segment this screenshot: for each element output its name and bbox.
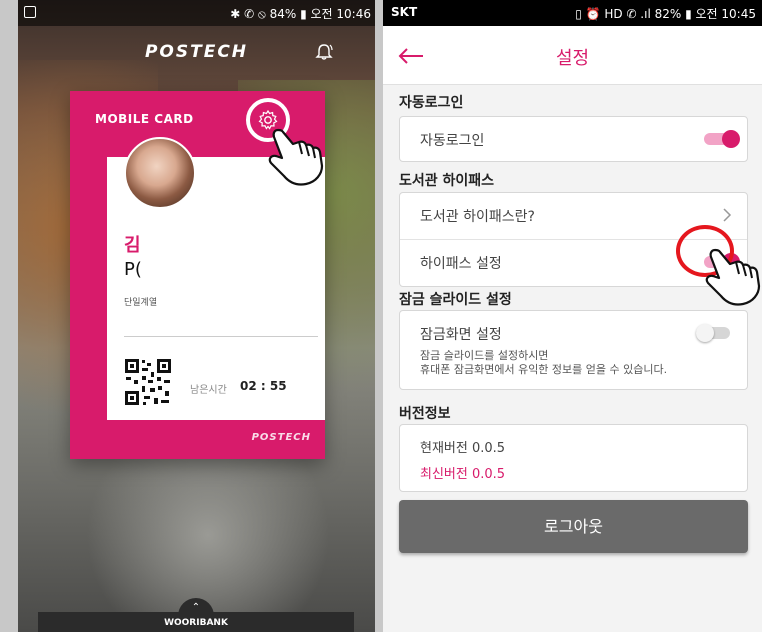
right-phone-screen: SKT ▯ ⏰ HD ✆ .ıl 82% ▮ 오전 10:45 설정 자동로그인… <box>383 0 762 632</box>
lock-slide-group: 잠금화면 설정 잠금 슬라이드를 설정하시면 휴대폰 잠금화면에서 유익한 정보… <box>399 310 748 390</box>
bell-icon[interactable] <box>314 42 334 62</box>
latest-version: 최신버전 0.0.5 <box>420 467 506 482</box>
library-info-label[interactable]: 도서관 하이패스란? <box>420 206 535 226</box>
toggle-thumb <box>696 324 714 342</box>
status-bar: SKT ▯ ⏰ HD ✆ .ıl 82% ▮ 오전 10:45 <box>383 0 762 26</box>
card-department: 단일계열 <box>124 298 158 308</box>
pointing-hand-icon <box>268 128 324 186</box>
page-title: 설정 <box>555 48 590 69</box>
remaining-time: 02 : 55 <box>240 379 287 393</box>
avatar <box>124 137 196 209</box>
current-version: 현재버전 0.0.5 <box>420 441 506 456</box>
version-group: 현재버전 0.0.5 최신버전 0.0.5 <box>399 424 748 492</box>
lock-slide-description-1: 잠금 슬라이드를 설정하시면 <box>420 349 549 362</box>
section-label-version: 버전정보 <box>399 406 451 422</box>
left-phone-screen: ✱ ✆ ⦸ 84% ▮ 오전 10:46 POSTECH MOBILE CARD… <box>18 0 375 632</box>
pointing-hand-icon <box>705 248 761 306</box>
status-bar-right: ▯ ⏰ HD ✆ .ıl 82% ▮ 오전 10:45 <box>575 7 756 21</box>
hipass-setting-label: 하이패스 설정 <box>420 256 502 272</box>
section-label-auto-login: 자동로그인 <box>399 95 464 111</box>
auto-login-row-label: 자동로그인 <box>420 133 485 149</box>
status-bar: ✱ ✆ ⦸ 84% ▮ 오전 10:46 <box>18 0 375 26</box>
status-bar-right: ✱ ✆ ⦸ 84% ▮ 오전 10:46 <box>230 7 371 21</box>
app-header: 설정 <box>383 26 762 85</box>
lock-screen-label: 잠금화면 설정 <box>420 327 502 343</box>
lock-screen-toggle[interactable] <box>696 324 732 342</box>
divider <box>124 336 318 337</box>
remaining-time-label: 남은시간 <box>190 385 227 396</box>
lock-slide-description-2: 휴대폰 잠금화면에서 유익한 정보를 얻을 수 있습니다. <box>420 363 668 376</box>
toggle-thumb <box>722 130 740 148</box>
auto-login-group: 자동로그인 <box>399 116 748 162</box>
section-label-lock-slide: 잠금 슬라이드 설정 <box>399 292 512 308</box>
section-label-library: 도서관 하이패스 <box>399 173 495 189</box>
card-footer-logo: POSTECH <box>251 432 311 443</box>
background-blur <box>58 450 358 620</box>
qr-code <box>124 358 172 406</box>
chevron-right-icon[interactable] <box>722 207 732 223</box>
auto-login-toggle[interactable] <box>704 130 740 148</box>
card-id: P( <box>124 259 142 280</box>
bank-bar[interactable]: WOORIBANK <box>38 612 354 632</box>
logout-button[interactable]: 로그아웃 <box>399 500 748 553</box>
card-name: 김 <box>124 235 141 256</box>
notification-icon <box>24 6 36 18</box>
card-title: MOBILE CARD <box>95 112 194 126</box>
carrier-label: SKT <box>391 5 418 19</box>
